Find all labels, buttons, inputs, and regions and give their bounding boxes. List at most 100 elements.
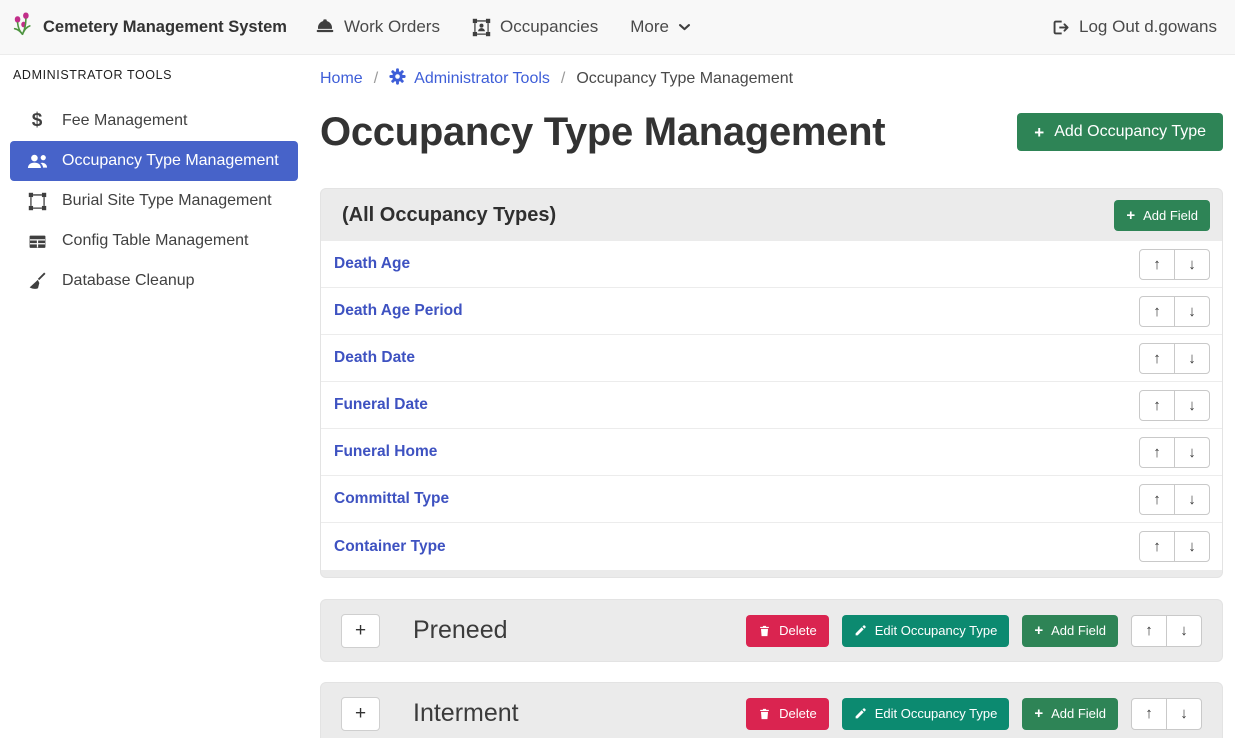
breadcrumb: Home / Administrator Tool: [320, 68, 1223, 90]
move-down-button[interactable]: ↓: [1174, 484, 1210, 515]
trash-icon: [758, 624, 771, 638]
breadcrumb-admin-tools-link[interactable]: Administrator Tools: [389, 68, 550, 90]
dollar-icon: $: [25, 110, 49, 132]
field-link[interactable]: Death Date: [334, 349, 415, 367]
nav-more-label: More: [630, 17, 669, 37]
field-row: Death Age ↑ ↓: [321, 241, 1222, 288]
nav-occupancies-label: Occupancies: [500, 17, 598, 37]
expand-toggle-button[interactable]: +: [341, 697, 380, 731]
users-icon: [25, 153, 49, 170]
pencil-icon: [854, 624, 867, 637]
add-field-button[interactable]: + Add Field: [1022, 615, 1118, 647]
occupancy-type-section-preneed: + Preneed Delete: [320, 599, 1223, 662]
sidebar-item-label: Database Cleanup: [62, 272, 195, 290]
expand-toggle-button[interactable]: +: [341, 614, 380, 648]
sidebar-item-burial-site-type-management[interactable]: Burial Site Type Management: [10, 181, 298, 221]
field-row: Death Date ↑ ↓: [321, 335, 1222, 382]
table-icon: [25, 232, 49, 251]
sidebar-item-label: Config Table Management: [62, 232, 249, 250]
reorder-controls: ↑ ↓: [1131, 615, 1202, 647]
breadcrumb-current: Occupancy Type Management: [576, 70, 793, 88]
move-up-button[interactable]: ↑: [1139, 484, 1175, 515]
move-down-button[interactable]: ↓: [1166, 615, 1202, 647]
move-up-button[interactable]: ↑: [1131, 698, 1167, 730]
move-down-button[interactable]: ↓: [1174, 390, 1210, 421]
main-content: Home / Administrator Tool: [310, 55, 1235, 738]
field-link[interactable]: Funeral Date: [334, 396, 428, 414]
nav-work-orders[interactable]: Work Orders: [315, 17, 440, 37]
edit-occupancy-type-button[interactable]: Edit Occupancy Type: [842, 698, 1010, 730]
plus-icon: +: [1126, 208, 1135, 223]
field-row: Funeral Date ↑ ↓: [321, 382, 1222, 429]
sidebar-item-fee-management[interactable]: $ Fee Management: [10, 101, 298, 141]
sidebar-item-occupancy-type-management[interactable]: Occupancy Type Management: [10, 141, 298, 181]
all-occupancy-types-panel: (All Occupancy Types) + Add Field Death …: [320, 188, 1223, 578]
admin-tools-sidebar: ADMINISTRATOR TOOLS $ Fee Management Occ…: [0, 55, 310, 738]
app-brand[interactable]: Cemetery Management System: [10, 10, 287, 45]
move-up-button[interactable]: ↑: [1139, 249, 1175, 280]
field-list: Death Age ↑ ↓ Death Age Period ↑ ↓ Death…: [321, 241, 1222, 570]
broom-icon: [25, 271, 49, 291]
nav-more[interactable]: More: [630, 17, 691, 37]
pencil-icon: [854, 707, 867, 720]
move-down-button[interactable]: ↓: [1174, 531, 1210, 562]
move-up-button[interactable]: ↑: [1139, 390, 1175, 421]
section-actions: Delete Edit Occupancy Type + Add Field: [746, 615, 1202, 647]
tulip-logo-icon: [10, 10, 34, 45]
field-row: Death Age Period ↑ ↓: [321, 288, 1222, 335]
add-field-label: Add Field: [1051, 623, 1106, 638]
move-down-button[interactable]: ↓: [1174, 437, 1210, 468]
delete-label: Delete: [779, 623, 817, 638]
logout-link[interactable]: Log Out d.gowans: [1051, 17, 1217, 37]
move-up-button[interactable]: ↑: [1139, 296, 1175, 327]
add-field-button[interactable]: + Add Field: [1022, 698, 1118, 730]
field-link[interactable]: Funeral Home: [334, 443, 437, 461]
plus-icon: +: [1034, 706, 1043, 721]
occupancy-type-section-interment: + Interment Delete: [320, 682, 1223, 738]
panel-title: (All Occupancy Types): [342, 204, 556, 227]
edit-occupancy-type-label: Edit Occupancy Type: [875, 706, 998, 721]
field-link[interactable]: Container Type: [334, 538, 446, 556]
reorder-controls: ↑ ↓: [1139, 343, 1210, 374]
sidebar-item-database-cleanup[interactable]: Database Cleanup: [10, 261, 298, 301]
sidebar-heading: ADMINISTRATOR TOOLS: [0, 68, 310, 82]
sidebar-item-label: Fee Management: [62, 112, 187, 130]
breadcrumb-admin-tools-label: Administrator Tools: [414, 70, 550, 88]
add-occupancy-type-button[interactable]: + Add Occupancy Type: [1017, 113, 1223, 151]
move-down-button[interactable]: ↓: [1166, 698, 1202, 730]
page-title: Occupancy Type Management: [320, 106, 885, 158]
breadcrumb-home-link[interactable]: Home: [320, 70, 363, 88]
move-up-button[interactable]: ↑: [1139, 531, 1175, 562]
sidebar-item-config-table-management[interactable]: Config Table Management: [10, 221, 298, 261]
edit-occupancy-type-button[interactable]: Edit Occupancy Type: [842, 615, 1010, 647]
field-link[interactable]: Committal Type: [334, 490, 449, 508]
reorder-controls: ↑ ↓: [1139, 484, 1210, 515]
top-navbar: Cemetery Management System Work Orders O: [0, 0, 1235, 55]
burial-site-frame-icon: [25, 192, 49, 211]
reorder-controls: ↑ ↓: [1131, 698, 1202, 730]
section-title: Preneed: [413, 616, 508, 645]
reorder-controls: ↑ ↓: [1139, 296, 1210, 327]
trash-icon: [758, 707, 771, 721]
section-actions: Delete Edit Occupancy Type + Add Field: [746, 698, 1202, 730]
add-field-label: Add Field: [1143, 208, 1198, 223]
move-down-button[interactable]: ↓: [1174, 249, 1210, 280]
add-occupancy-type-label: Add Occupancy Type: [1054, 123, 1206, 141]
hard-hat-icon: [315, 17, 335, 37]
sidebar-item-label: Occupancy Type Management: [62, 152, 279, 170]
move-down-button[interactable]: ↓: [1174, 296, 1210, 327]
sign-out-icon: [1051, 18, 1070, 37]
move-down-button[interactable]: ↓: [1174, 343, 1210, 374]
reorder-controls: ↑ ↓: [1139, 390, 1210, 421]
delete-button[interactable]: Delete: [746, 615, 829, 647]
field-link[interactable]: Death Age: [334, 255, 410, 273]
move-up-button[interactable]: ↑: [1131, 615, 1167, 647]
move-up-button[interactable]: ↑: [1139, 437, 1175, 468]
add-field-button[interactable]: + Add Field: [1114, 200, 1210, 231]
nav-occupancies[interactable]: Occupancies: [472, 17, 598, 37]
field-link[interactable]: Death Age Period: [334, 302, 463, 320]
nav-work-orders-label: Work Orders: [344, 17, 440, 37]
panel-header: (All Occupancy Types) + Add Field: [321, 189, 1222, 241]
delete-button[interactable]: Delete: [746, 698, 829, 730]
move-up-button[interactable]: ↑: [1139, 343, 1175, 374]
